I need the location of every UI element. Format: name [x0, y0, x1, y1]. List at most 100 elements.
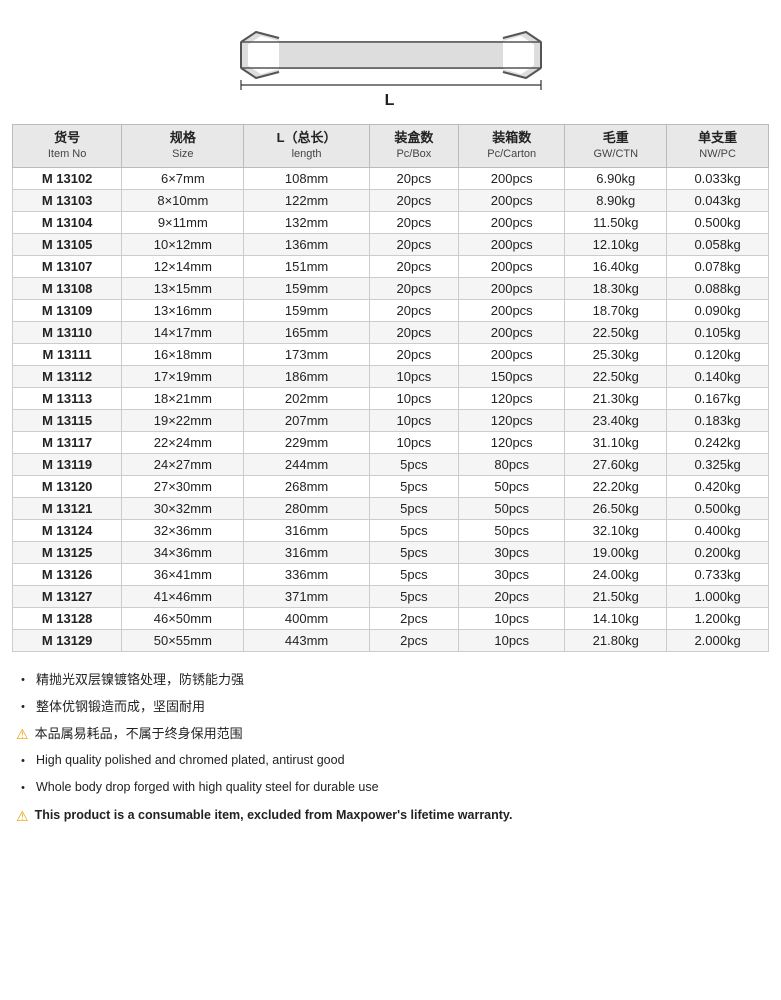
cell-10-4: 120pcs	[459, 387, 565, 409]
cell-0-0: M 13102	[13, 167, 122, 189]
cell-8-3: 20pcs	[369, 343, 458, 365]
cell-21-4: 10pcs	[459, 629, 565, 651]
cell-4-6: 0.078kg	[667, 255, 769, 277]
cell-13-2: 244mm	[244, 453, 369, 475]
cell-18-2: 336mm	[244, 563, 369, 585]
table-row: M 131038×10mm122mm20pcs200pcs8.90kg0.043…	[13, 189, 769, 211]
cell-3-6: 0.058kg	[667, 233, 769, 255]
cell-20-3: 2pcs	[369, 607, 458, 629]
cell-4-4: 200pcs	[459, 255, 565, 277]
cell-15-2: 280mm	[244, 497, 369, 519]
cell-18-0: M 13126	[13, 563, 122, 585]
cell-5-3: 20pcs	[369, 277, 458, 299]
column-header: 装箱数Pc/Carton	[459, 125, 565, 168]
cell-6-2: 159mm	[244, 299, 369, 321]
cell-7-5: 22.50kg	[565, 321, 667, 343]
wrench-diagram: L	[12, 10, 769, 114]
cell-5-4: 200pcs	[459, 277, 565, 299]
cell-15-1: 30×32mm	[122, 497, 244, 519]
cell-10-1: 18×21mm	[122, 387, 244, 409]
note-line: ・Whole body drop forged with high qualit…	[16, 776, 765, 801]
cell-2-5: 11.50kg	[565, 211, 667, 233]
cell-2-0: M 13104	[13, 211, 122, 233]
cell-10-0: M 13113	[13, 387, 122, 409]
cell-19-2: 371mm	[244, 585, 369, 607]
cell-8-0: M 13111	[13, 343, 122, 365]
cell-18-4: 30pcs	[459, 563, 565, 585]
note-text: 整体优钢锻造而成，坚固耐用	[36, 695, 205, 718]
cell-0-5: 6.90kg	[565, 167, 667, 189]
table-row: M 1312741×46mm371mm5pcs20pcs21.50kg1.000…	[13, 585, 769, 607]
cell-19-3: 5pcs	[369, 585, 458, 607]
cell-18-3: 5pcs	[369, 563, 458, 585]
cell-2-3: 20pcs	[369, 211, 458, 233]
page: L 货号Item No规格SizeL（总长）length装盒数Pc/Box装箱数…	[0, 0, 781, 845]
cell-11-4: 120pcs	[459, 409, 565, 431]
cell-6-0: M 13109	[13, 299, 122, 321]
table-row: M 1312432×36mm316mm5pcs50pcs32.10kg0.400…	[13, 519, 769, 541]
cell-4-0: M 13107	[13, 255, 122, 277]
cell-9-3: 10pcs	[369, 365, 458, 387]
cell-12-3: 10pcs	[369, 431, 458, 453]
cell-8-5: 25.30kg	[565, 343, 667, 365]
table-row: M 1310712×14mm151mm20pcs200pcs16.40kg0.0…	[13, 255, 769, 277]
cell-21-2: 443mm	[244, 629, 369, 651]
table-row: M 1311318×21mm202mm10pcs120pcs21.30kg0.1…	[13, 387, 769, 409]
note-text: 本品属易耗品，不属于终身保用范围	[35, 722, 243, 745]
cell-3-3: 20pcs	[369, 233, 458, 255]
table-row: M 131026×7mm108mm20pcs200pcs6.90kg0.033k…	[13, 167, 769, 189]
cell-14-3: 5pcs	[369, 475, 458, 497]
cell-17-5: 19.00kg	[565, 541, 667, 563]
column-header: 装盒数Pc/Box	[369, 125, 458, 168]
cell-15-0: M 13121	[13, 497, 122, 519]
table-header: 货号Item No规格SizeL（总长）length装盒数Pc/Box装箱数Pc…	[13, 125, 769, 168]
cell-13-0: M 13119	[13, 453, 122, 475]
cell-12-6: 0.242kg	[667, 431, 769, 453]
cell-18-1: 36×41mm	[122, 563, 244, 585]
note-text: High quality polished and chromed plated…	[36, 749, 345, 772]
cell-20-1: 46×50mm	[122, 607, 244, 629]
cell-7-1: 14×17mm	[122, 321, 244, 343]
length-label: L	[385, 92, 397, 110]
cell-9-0: M 13112	[13, 365, 122, 387]
cell-8-6: 0.120kg	[667, 343, 769, 365]
table-row: M 1310913×16mm159mm20pcs200pcs18.70kg0.0…	[13, 299, 769, 321]
column-header: 货号Item No	[13, 125, 122, 168]
table-row: M 1310813×15mm159mm20pcs200pcs18.30kg0.0…	[13, 277, 769, 299]
cell-13-1: 24×27mm	[122, 453, 244, 475]
note-text: Whole body drop forged with high quality…	[36, 776, 379, 799]
table-row: M 1311722×24mm229mm10pcs120pcs31.10kg0.2…	[13, 431, 769, 453]
cell-16-6: 0.400kg	[667, 519, 769, 541]
cell-20-4: 10pcs	[459, 607, 565, 629]
table-row: M 1312846×50mm400mm2pcs10pcs14.10kg1.200…	[13, 607, 769, 629]
header-row: 货号Item No规格SizeL（总长）length装盒数Pc/Box装箱数Pc…	[13, 125, 769, 168]
cell-7-6: 0.105kg	[667, 321, 769, 343]
note-line: ・整体优钢锻造而成，坚固耐用	[16, 695, 765, 720]
cell-17-1: 34×36mm	[122, 541, 244, 563]
cell-1-5: 8.90kg	[565, 189, 667, 211]
cell-14-5: 22.20kg	[565, 475, 667, 497]
cell-15-5: 26.50kg	[565, 497, 667, 519]
cell-10-2: 202mm	[244, 387, 369, 409]
cell-17-3: 5pcs	[369, 541, 458, 563]
cell-3-5: 12.10kg	[565, 233, 667, 255]
cell-14-1: 27×30mm	[122, 475, 244, 497]
product-table: 货号Item No规格SizeL（总长）length装盒数Pc/Box装箱数Pc…	[12, 124, 769, 652]
cell-19-1: 41×46mm	[122, 585, 244, 607]
cell-10-3: 10pcs	[369, 387, 458, 409]
cell-4-2: 151mm	[244, 255, 369, 277]
cell-1-4: 200pcs	[459, 189, 565, 211]
cell-16-3: 5pcs	[369, 519, 458, 541]
cell-7-4: 200pcs	[459, 321, 565, 343]
cell-20-5: 14.10kg	[565, 607, 667, 629]
cell-17-2: 316mm	[244, 541, 369, 563]
cell-1-2: 122mm	[244, 189, 369, 211]
note-text: 精抛光双层镍镀铬处理，防锈能力强	[36, 668, 244, 691]
cell-21-6: 2.000kg	[667, 629, 769, 651]
cell-6-1: 13×16mm	[122, 299, 244, 321]
cell-4-1: 12×14mm	[122, 255, 244, 277]
cell-14-0: M 13120	[13, 475, 122, 497]
note-line: ・High quality polished and chromed plate…	[16, 749, 765, 774]
cell-20-0: M 13128	[13, 607, 122, 629]
cell-16-5: 32.10kg	[565, 519, 667, 541]
